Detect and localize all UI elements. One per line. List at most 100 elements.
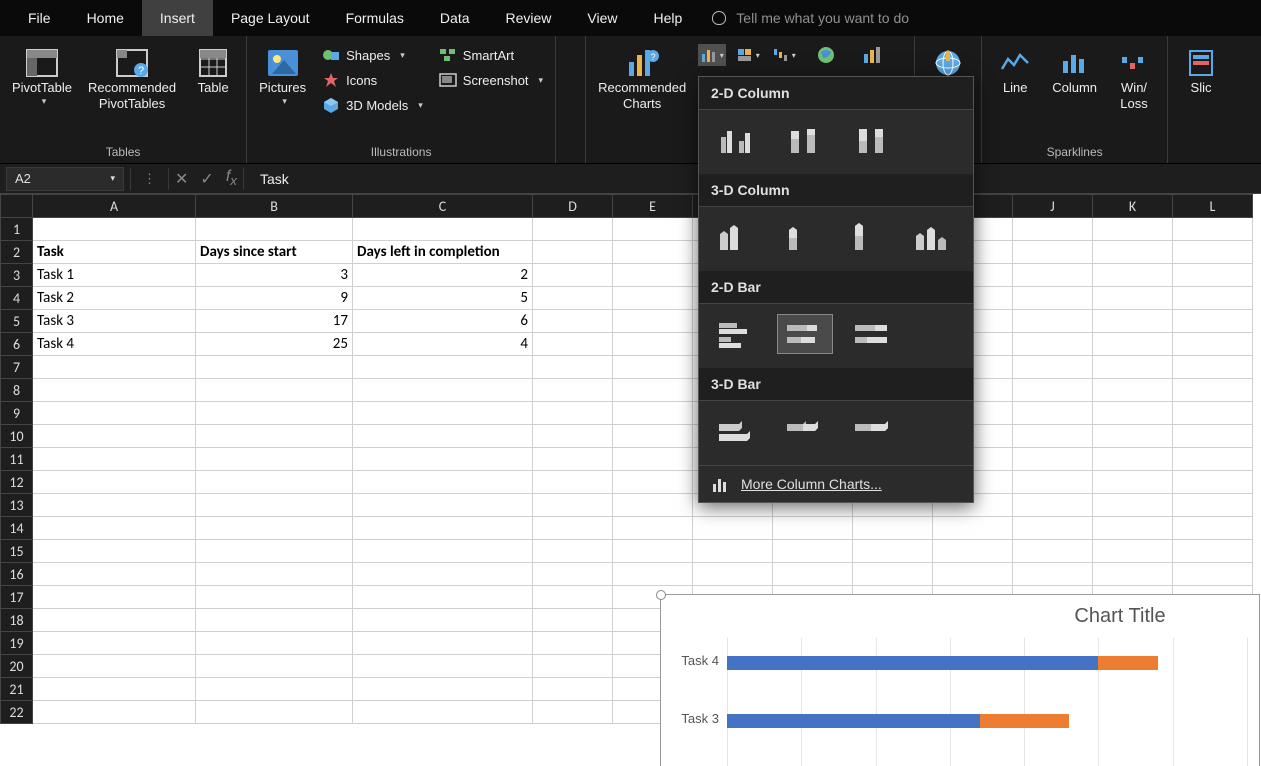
chart-option-100-stacked-bar[interactable] <box>845 314 901 354</box>
cell-L1[interactable] <box>1173 218 1253 241</box>
chart-option-stacked-bar[interactable] <box>777 314 833 354</box>
cell-F15[interactable] <box>693 540 773 563</box>
cell-C20[interactable] <box>353 655 533 678</box>
cell-B20[interactable] <box>196 655 353 678</box>
cell-C11[interactable] <box>353 448 533 471</box>
cell-A4[interactable]: Task 2 <box>33 287 196 310</box>
cell-D19[interactable] <box>533 632 613 655</box>
row-header-21[interactable]: 21 <box>1 678 33 701</box>
cell-B12[interactable] <box>196 471 353 494</box>
cell-A13[interactable] <box>33 494 196 517</box>
row-header-10[interactable]: 10 <box>1 425 33 448</box>
cell-B14[interactable] <box>196 517 353 540</box>
cell-L12[interactable] <box>1173 471 1253 494</box>
cell-K2[interactable] <box>1093 241 1173 264</box>
cell-C2[interactable]: Days left in completion <box>353 241 533 264</box>
cell-E16[interactable] <box>613 563 693 586</box>
cell-A20[interactable] <box>33 655 196 678</box>
cell-K13[interactable] <box>1093 494 1173 517</box>
cell-D16[interactable] <box>533 563 613 586</box>
cell-D8[interactable] <box>533 379 613 402</box>
cell-E5[interactable] <box>613 310 693 333</box>
col-header-L[interactable]: L <box>1173 195 1253 218</box>
cell-L14[interactable] <box>1173 517 1253 540</box>
cell-B19[interactable] <box>196 632 353 655</box>
cell-C12[interactable] <box>353 471 533 494</box>
cell-A11[interactable] <box>33 448 196 471</box>
spreadsheet[interactable]: ABCDEFGHIJKL12TaskDays since startDays l… <box>0 194 1261 766</box>
cell-E11[interactable] <box>613 448 693 471</box>
column-chart-dropdown-button[interactable]: ▾ <box>698 44 726 66</box>
cell-E14[interactable] <box>613 517 693 540</box>
cell-C13[interactable] <box>353 494 533 517</box>
cell-A8[interactable] <box>33 379 196 402</box>
cell-D7[interactable] <box>533 356 613 379</box>
col-header-E[interactable]: E <box>613 195 693 218</box>
chart-bar-Task 4[interactable] <box>727 656 1158 670</box>
cell-E2[interactable] <box>613 241 693 264</box>
cell-J11[interactable] <box>1013 448 1093 471</box>
cell-A21[interactable] <box>33 678 196 701</box>
name-box-menu[interactable]: ⋮ <box>137 171 162 187</box>
cell-D5[interactable] <box>533 310 613 333</box>
cell-E4[interactable] <box>613 287 693 310</box>
cell-J6[interactable] <box>1013 333 1093 356</box>
chart-option-3d-clustered-column[interactable] <box>709 217 764 257</box>
col-header-K[interactable]: K <box>1093 195 1173 218</box>
cell-J14[interactable] <box>1013 517 1093 540</box>
table-button[interactable]: Table <box>188 44 238 98</box>
row-header-1[interactable]: 1 <box>1 218 33 241</box>
cell-G16[interactable] <box>773 563 853 586</box>
cell-K5[interactable] <box>1093 310 1173 333</box>
cell-C9[interactable] <box>353 402 533 425</box>
cell-B6[interactable]: 25 <box>196 333 353 356</box>
chart-option-clustered-column[interactable] <box>709 120 765 160</box>
sparkline-line-button[interactable]: Line <box>990 44 1040 98</box>
row-header-2[interactable]: 2 <box>1 241 33 264</box>
sparkline-winloss-button[interactable]: Win/ Loss <box>1109 44 1159 115</box>
cell-L15[interactable] <box>1173 540 1253 563</box>
cell-G15[interactable] <box>773 540 853 563</box>
chart-title[interactable]: Chart Title <box>661 595 1259 632</box>
cell-D15[interactable] <box>533 540 613 563</box>
cell-A2[interactable]: Task <box>33 241 196 264</box>
cell-B4[interactable]: 9 <box>196 287 353 310</box>
cell-I15[interactable] <box>933 540 1013 563</box>
cell-B5[interactable]: 17 <box>196 310 353 333</box>
cell-J10[interactable] <box>1013 425 1093 448</box>
row-header-16[interactable]: 16 <box>1 563 33 586</box>
cell-D20[interactable] <box>533 655 613 678</box>
cell-E12[interactable] <box>613 471 693 494</box>
cell-D10[interactable] <box>533 425 613 448</box>
cell-D14[interactable] <box>533 517 613 540</box>
cell-B21[interactable] <box>196 678 353 701</box>
tab-file[interactable]: File <box>10 0 69 36</box>
shapes-button[interactable]: Shapes <box>318 44 427 66</box>
cell-K3[interactable] <box>1093 264 1173 287</box>
tab-home[interactable]: Home <box>69 0 142 36</box>
cell-E3[interactable] <box>613 264 693 287</box>
cell-K10[interactable] <box>1093 425 1173 448</box>
row-header-20[interactable]: 20 <box>1 655 33 678</box>
maps-chart-button[interactable] <box>806 44 846 66</box>
cell-J7[interactable] <box>1013 356 1093 379</box>
cell-E13[interactable] <box>613 494 693 517</box>
cell-D6[interactable] <box>533 333 613 356</box>
cell-B3[interactable]: 3 <box>196 264 353 287</box>
cell-L9[interactable] <box>1173 402 1253 425</box>
row-header-5[interactable]: 5 <box>1 310 33 333</box>
cell-B16[interactable] <box>196 563 353 586</box>
row-header-8[interactable]: 8 <box>1 379 33 402</box>
cell-J8[interactable] <box>1013 379 1093 402</box>
cell-H16[interactable] <box>853 563 933 586</box>
cell-I14[interactable] <box>933 517 1013 540</box>
col-header-C[interactable]: C <box>353 195 533 218</box>
col-header-A[interactable]: A <box>33 195 196 218</box>
cell-C19[interactable] <box>353 632 533 655</box>
row-header-15[interactable]: 15 <box>1 540 33 563</box>
chart-resize-handle[interactable] <box>656 590 666 600</box>
cell-B8[interactable] <box>196 379 353 402</box>
cell-E1[interactable] <box>613 218 693 241</box>
cell-A12[interactable] <box>33 471 196 494</box>
cell-L16[interactable] <box>1173 563 1253 586</box>
